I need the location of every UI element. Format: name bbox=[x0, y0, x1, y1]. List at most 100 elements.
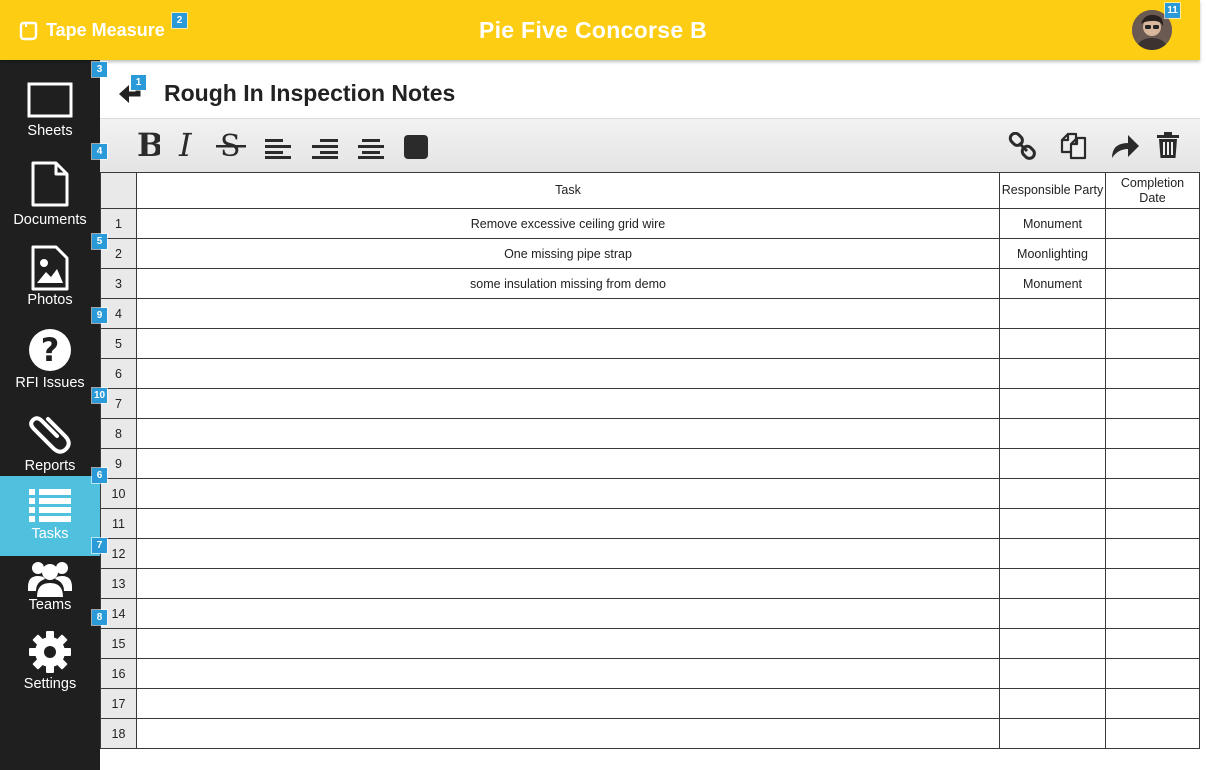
task-cell[interactable] bbox=[136, 298, 1000, 329]
people-icon bbox=[28, 562, 72, 597]
responsible-party-cell[interactable] bbox=[999, 598, 1106, 629]
completion-date-cell[interactable] bbox=[1105, 538, 1200, 569]
task-cell[interactable] bbox=[136, 448, 1000, 479]
responsible-party-cell[interactable] bbox=[999, 568, 1106, 599]
task-cell[interactable] bbox=[136, 388, 1000, 419]
align-left-icon bbox=[265, 139, 291, 159]
task-cell[interactable] bbox=[136, 598, 1000, 629]
paperclip-icon bbox=[29, 416, 71, 454]
task-cell[interactable]: some insulation missing from demo bbox=[136, 268, 1000, 299]
completion-date-cell[interactable] bbox=[1105, 238, 1200, 269]
strikethrough-icon: S bbox=[216, 129, 246, 164]
column-header-completion-date[interactable]: Completion Date bbox=[1105, 172, 1200, 209]
completion-date-cell[interactable] bbox=[1105, 208, 1200, 239]
badge-marker: 9 bbox=[92, 308, 107, 323]
table-row: 2 One missing pipe strap Moonlighting bbox=[100, 238, 1200, 269]
task-cell[interactable] bbox=[136, 568, 1000, 599]
color-swatch-icon bbox=[404, 135, 428, 159]
completion-date-cell[interactable] bbox=[1105, 718, 1200, 749]
link-button[interactable] bbox=[1008, 131, 1038, 167]
link-icon bbox=[1008, 131, 1036, 160]
table-row: 16 bbox=[100, 658, 1200, 689]
completion-date-cell[interactable] bbox=[1105, 508, 1200, 539]
task-cell[interactable] bbox=[136, 328, 1000, 359]
completion-date-cell[interactable] bbox=[1105, 418, 1200, 449]
task-cell[interactable]: Remove excessive ceiling grid wire bbox=[136, 208, 1000, 239]
task-cell[interactable] bbox=[136, 628, 1000, 659]
task-cell[interactable]: One missing pipe strap bbox=[136, 238, 1000, 269]
task-cell[interactable] bbox=[136, 538, 1000, 569]
responsible-party-cell[interactable] bbox=[999, 328, 1106, 359]
completion-date-cell[interactable] bbox=[1105, 658, 1200, 689]
responsible-party-cell[interactable]: Monument bbox=[999, 268, 1106, 299]
sidebar-item-photos[interactable]: Photos bbox=[0, 245, 100, 308]
responsible-party-cell[interactable] bbox=[999, 448, 1106, 479]
task-cell[interactable] bbox=[136, 658, 1000, 689]
responsible-party-cell[interactable] bbox=[999, 688, 1106, 719]
share-button[interactable] bbox=[1110, 132, 1140, 165]
task-cell[interactable] bbox=[136, 688, 1000, 719]
responsible-party-cell[interactable]: Monument bbox=[999, 208, 1106, 239]
photo-icon bbox=[31, 245, 69, 291]
completion-date-cell[interactable] bbox=[1105, 688, 1200, 719]
sheet-icon bbox=[27, 82, 73, 118]
align-left-button[interactable] bbox=[265, 139, 291, 164]
completion-date-cell[interactable] bbox=[1105, 358, 1200, 389]
sidebar: Sheets Documents Photos ? RFI Issues Rep… bbox=[0, 60, 100, 770]
responsible-party-cell[interactable] bbox=[999, 358, 1106, 389]
badge-marker: 4 bbox=[92, 144, 107, 159]
responsible-party-cell[interactable] bbox=[999, 718, 1106, 749]
align-right-button[interactable] bbox=[312, 139, 338, 164]
sidebar-item-tasks[interactable]: Tasks bbox=[0, 476, 100, 556]
task-cell[interactable] bbox=[136, 358, 1000, 389]
completion-date-cell[interactable] bbox=[1105, 628, 1200, 659]
completion-date-cell[interactable] bbox=[1105, 568, 1200, 599]
responsible-party-cell[interactable] bbox=[999, 388, 1106, 419]
responsible-party-cell[interactable] bbox=[999, 298, 1106, 329]
bold-button[interactable]: B bbox=[136, 126, 164, 166]
row-number: 17 bbox=[100, 688, 137, 719]
responsible-party-cell[interactable] bbox=[999, 658, 1106, 689]
task-cell[interactable] bbox=[136, 418, 1000, 449]
sidebar-item-documents[interactable]: Documents bbox=[0, 161, 100, 228]
completion-date-cell[interactable] bbox=[1105, 268, 1200, 299]
badge-marker: 1 bbox=[131, 75, 146, 90]
column-header-task[interactable]: Task bbox=[136, 172, 1000, 209]
badge-marker: 6 bbox=[92, 468, 107, 483]
table-row: 11 bbox=[100, 508, 1200, 539]
delete-button[interactable] bbox=[1157, 132, 1179, 163]
sidebar-item-label: Sheets bbox=[27, 123, 73, 139]
text-color-button[interactable] bbox=[403, 134, 429, 165]
completion-date-cell[interactable] bbox=[1105, 598, 1200, 629]
italic-button[interactable]: I bbox=[178, 126, 198, 166]
sidebar-item-sheets[interactable]: Sheets bbox=[0, 82, 100, 139]
sidebar-item-settings[interactable]: Settings bbox=[0, 631, 100, 692]
completion-date-cell[interactable] bbox=[1105, 478, 1200, 509]
task-cell[interactable] bbox=[136, 508, 1000, 539]
task-cell[interactable] bbox=[136, 718, 1000, 749]
main-content: Rough In Inspection Notes B I S Task Res… bbox=[100, 60, 1200, 770]
sidebar-item-rfi-issues[interactable]: ? RFI Issues bbox=[0, 328, 100, 391]
responsible-party-cell[interactable]: Moonlighting bbox=[999, 238, 1106, 269]
column-header-responsible-party[interactable]: Responsible Party bbox=[999, 172, 1106, 209]
copy-icon bbox=[1060, 132, 1087, 160]
completion-date-cell[interactable] bbox=[1105, 448, 1200, 479]
responsible-party-cell[interactable] bbox=[999, 508, 1106, 539]
table-row: 7 bbox=[100, 388, 1200, 419]
responsible-party-cell[interactable] bbox=[999, 478, 1106, 509]
strikethrough-button[interactable]: S bbox=[216, 129, 246, 166]
task-cell[interactable] bbox=[136, 478, 1000, 509]
completion-date-cell[interactable] bbox=[1105, 388, 1200, 419]
completion-date-cell[interactable] bbox=[1105, 298, 1200, 329]
table-row: 8 bbox=[100, 418, 1200, 449]
responsible-party-cell[interactable] bbox=[999, 628, 1106, 659]
row-number: 3 bbox=[100, 268, 137, 299]
gear-icon bbox=[29, 631, 71, 673]
sidebar-item-teams[interactable]: Teams bbox=[0, 559, 100, 613]
responsible-party-cell[interactable] bbox=[999, 538, 1106, 569]
completion-date-cell[interactable] bbox=[1105, 328, 1200, 359]
sidebar-item-reports[interactable]: Reports bbox=[0, 408, 100, 474]
copy-button[interactable] bbox=[1060, 132, 1088, 165]
responsible-party-cell[interactable] bbox=[999, 418, 1106, 449]
align-center-button[interactable] bbox=[358, 139, 384, 164]
